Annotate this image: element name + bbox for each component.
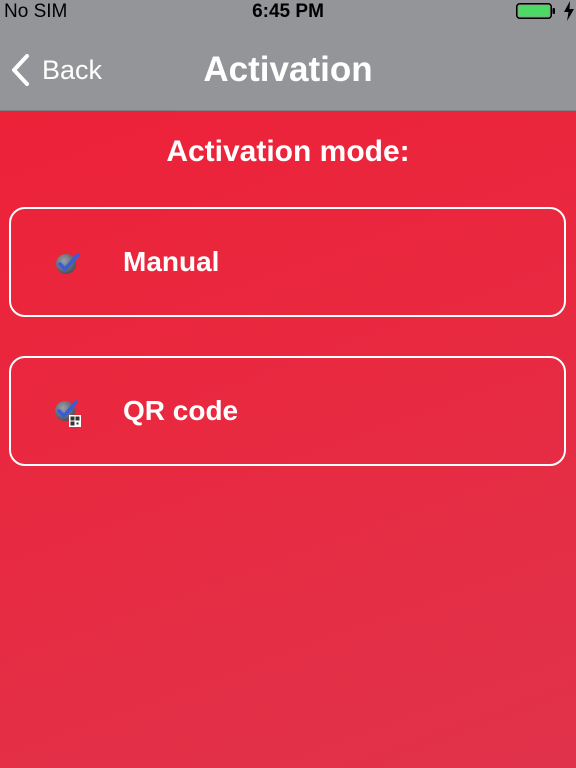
qr-code-label: QR code [123,395,239,426]
checkmark-icon [56,253,80,274]
status-time: 6:45 PM [252,1,324,22]
charging-bolt-icon [564,1,574,21]
activation-mode-heading: Activation mode: [166,135,410,168]
status-bar: No SIM 6:45 PM [0,0,576,24]
qr-code-option-button[interactable]: QR code [9,356,566,466]
manual-option-button[interactable]: Manual [9,207,566,317]
activation-screen: No SIM 6:45 PM Back Activation Activatio… [0,0,576,768]
page-title: Activation [203,50,373,89]
battery-icon [516,3,555,19]
manual-label: Manual [123,246,220,277]
navigation-bar: Back Activation [0,24,576,111]
qr-checkmark-icon [55,400,81,427]
